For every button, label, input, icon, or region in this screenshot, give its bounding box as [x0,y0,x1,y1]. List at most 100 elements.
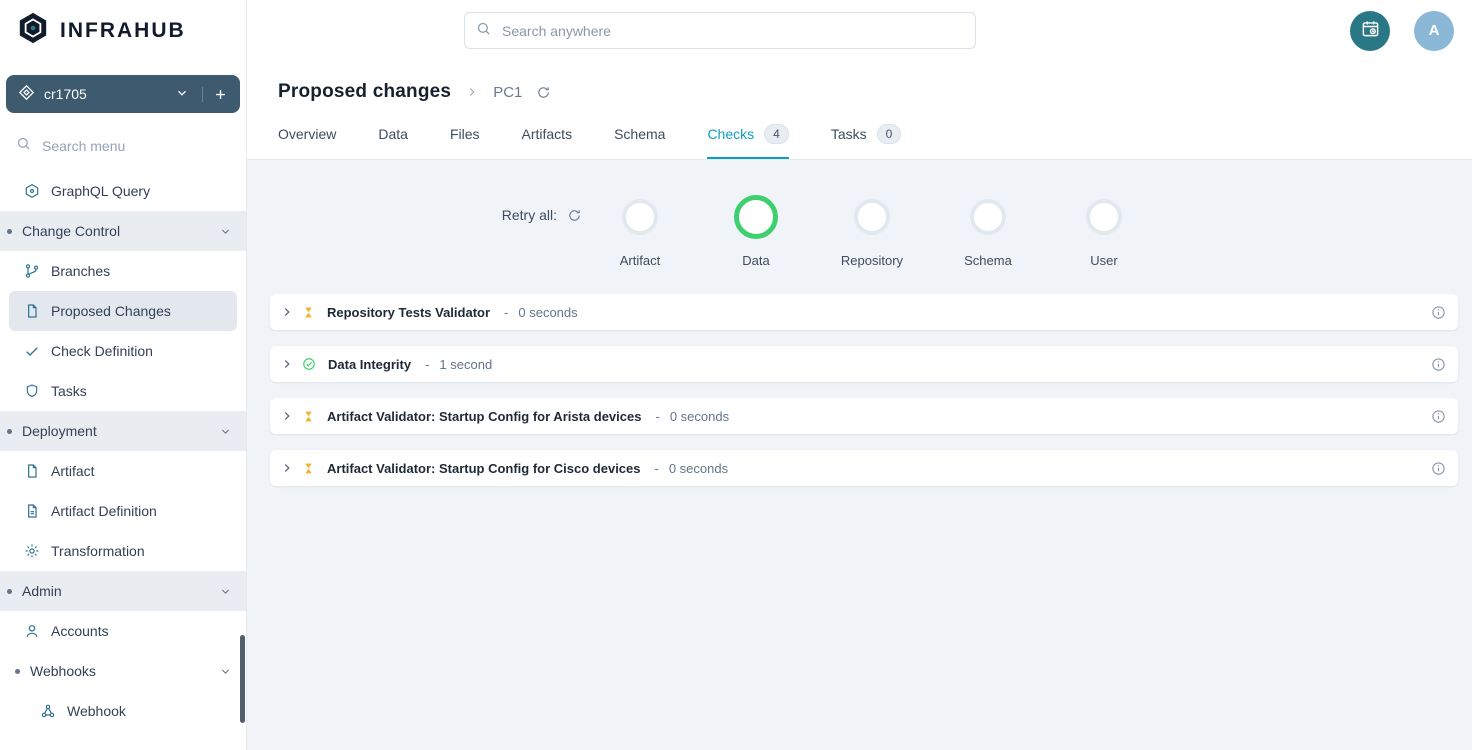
tab-badge: 0 [877,124,902,144]
check-duration: 1 second [439,357,492,372]
app-root: INFRAHUB cr1705 [0,0,1472,750]
tab-label: Artifacts [522,126,573,142]
add-branch-button[interactable] [202,87,228,102]
sidebar-item-check-definition[interactable]: Check Definition [0,331,246,371]
tab-artifacts[interactable]: Artifacts [522,124,573,159]
separator: - [425,357,429,372]
retry-all-button[interactable] [567,208,582,223]
infrahub-logo-icon [16,10,50,51]
sidebar-group-webhooks[interactable]: Webhooks [0,651,246,691]
chevron-down-icon [219,585,232,598]
sidebar-item-branches[interactable]: Branches [0,251,246,291]
sidebar-item-label: Transformation [51,543,145,559]
validator-ring-repository[interactable]: Repository [814,188,930,268]
menu-search-input[interactable] [40,137,230,155]
retry-all: Retry all: [270,188,582,223]
expand-chevron-icon[interactable] [280,461,294,475]
info-icon[interactable] [1431,357,1446,372]
refresh-button[interactable] [536,85,551,100]
tab-files[interactable]: Files [450,124,480,159]
validator-ring-artifact[interactable]: Artifact [582,188,698,268]
checks-panel: Retry all: Artifact Data Repository [247,160,1472,502]
sidebar-item-transformation[interactable]: Transformation [0,531,246,571]
tab-schema[interactable]: Schema [614,124,665,159]
check-duration: 0 seconds [670,409,729,424]
schedule-button[interactable] [1350,11,1390,51]
infrahub-logo[interactable]: INFRAHUB [0,0,246,61]
page-title: Proposed changes [278,81,451,103]
check-row-artifact-validator-arista[interactable]: Artifact Validator: Startup Config for A… [270,398,1458,434]
document-icon [24,463,40,479]
check-row-repository-tests-validator[interactable]: Repository Tests Validator - 0 seconds [270,294,1458,330]
document-icon [24,303,40,319]
person-icon [24,623,40,639]
sidebar-item-label: Tasks [51,383,87,399]
sidebar-group-deployment[interactable]: Deployment [0,411,246,451]
tab-checks[interactable]: Checks 4 [707,124,788,159]
tab-label: Overview [278,126,336,142]
ring-label: Schema [964,253,1012,268]
tab-badge: 4 [764,124,789,144]
info-icon[interactable] [1431,305,1446,320]
expand-chevron-icon[interactable] [280,357,294,371]
sidebar-item-label: Webhook [67,703,126,719]
tab-data[interactable]: Data [378,124,408,159]
sidebar-item-label: GraphQL Query [51,183,150,199]
breadcrumb-current: PC1 [493,84,522,101]
tab-label: Files [450,126,480,142]
sidebar-scrollbar[interactable] [240,635,245,723]
validator-ring-user[interactable]: User [1046,188,1162,268]
check-row-data-integrity[interactable]: Data Integrity - 1 second [270,346,1458,382]
sidebar-group-label: Deployment [22,423,97,439]
calendar-clock-icon [1361,19,1380,43]
progress-ring [734,195,778,239]
chevron-down-icon [219,665,232,678]
expand-chevron-icon[interactable] [280,305,294,319]
check-name: Data Integrity [328,357,411,372]
branch-icon [24,263,40,279]
check-name: Repository Tests Validator [327,305,490,320]
sidebar-item-proposed-changes[interactable]: Proposed Changes [9,291,237,331]
tab-tasks[interactable]: Tasks 0 [831,124,901,159]
sidebar-group-change-control[interactable]: Change Control [0,211,246,251]
bullet-icon [15,669,20,674]
progress-ring [854,199,890,235]
tab-label: Schema [614,126,665,142]
chevron-down-icon [175,86,189,103]
retry-all-label: Retry all: [502,207,557,223]
info-icon[interactable] [1431,461,1446,476]
main-area: A Proposed changes PC1 Overview Data Fil… [247,0,1472,750]
sidebar-item-label: Check Definition [51,343,153,359]
sidebar-item-label: Branches [51,263,110,279]
ring-label: User [1090,253,1117,268]
sidebar-search [0,129,246,163]
check-row-artifact-validator-cisco[interactable]: Artifact Validator: Startup Config for C… [270,450,1458,486]
sidebar-item-graphql-query[interactable]: GraphQL Query [0,171,246,211]
sidebar-item-artifact-definition[interactable]: Artifact Definition [0,491,246,531]
sidebar-item-webhook[interactable]: Webhook [0,691,246,731]
global-search-input[interactable] [500,22,964,40]
check-duration: 0 seconds [669,461,728,476]
sidebar-item-accounts[interactable]: Accounts [0,611,246,651]
branch-selector[interactable]: cr1705 [6,75,240,113]
sidebar-item-artifact[interactable]: Artifact [0,451,246,491]
tab-label: Checks [707,126,754,142]
user-avatar[interactable]: A [1414,11,1454,51]
chevron-right-icon [465,85,479,99]
sidebar-item-tasks[interactable]: Tasks [0,371,246,411]
expand-chevron-icon[interactable] [280,409,294,423]
validator-ring-schema[interactable]: Schema [930,188,1046,268]
pending-hourglass-icon [302,410,315,423]
check-duration: 0 seconds [518,305,577,320]
info-icon[interactable] [1431,409,1446,424]
validator-ring-data[interactable]: Data [698,188,814,268]
tab-overview[interactable]: Overview [278,124,336,159]
topbar-actions: A [1350,11,1472,51]
search-icon [16,136,31,156]
chevron-down-icon [219,425,232,438]
branch-diamond-icon [18,84,35,104]
tab-label: Data [378,126,408,142]
sidebar-group-admin[interactable]: Admin [0,571,246,611]
sidebar-item-label: Proposed Changes [51,303,171,319]
page-header: Proposed changes PC1 Overview Data Files… [247,61,1472,160]
